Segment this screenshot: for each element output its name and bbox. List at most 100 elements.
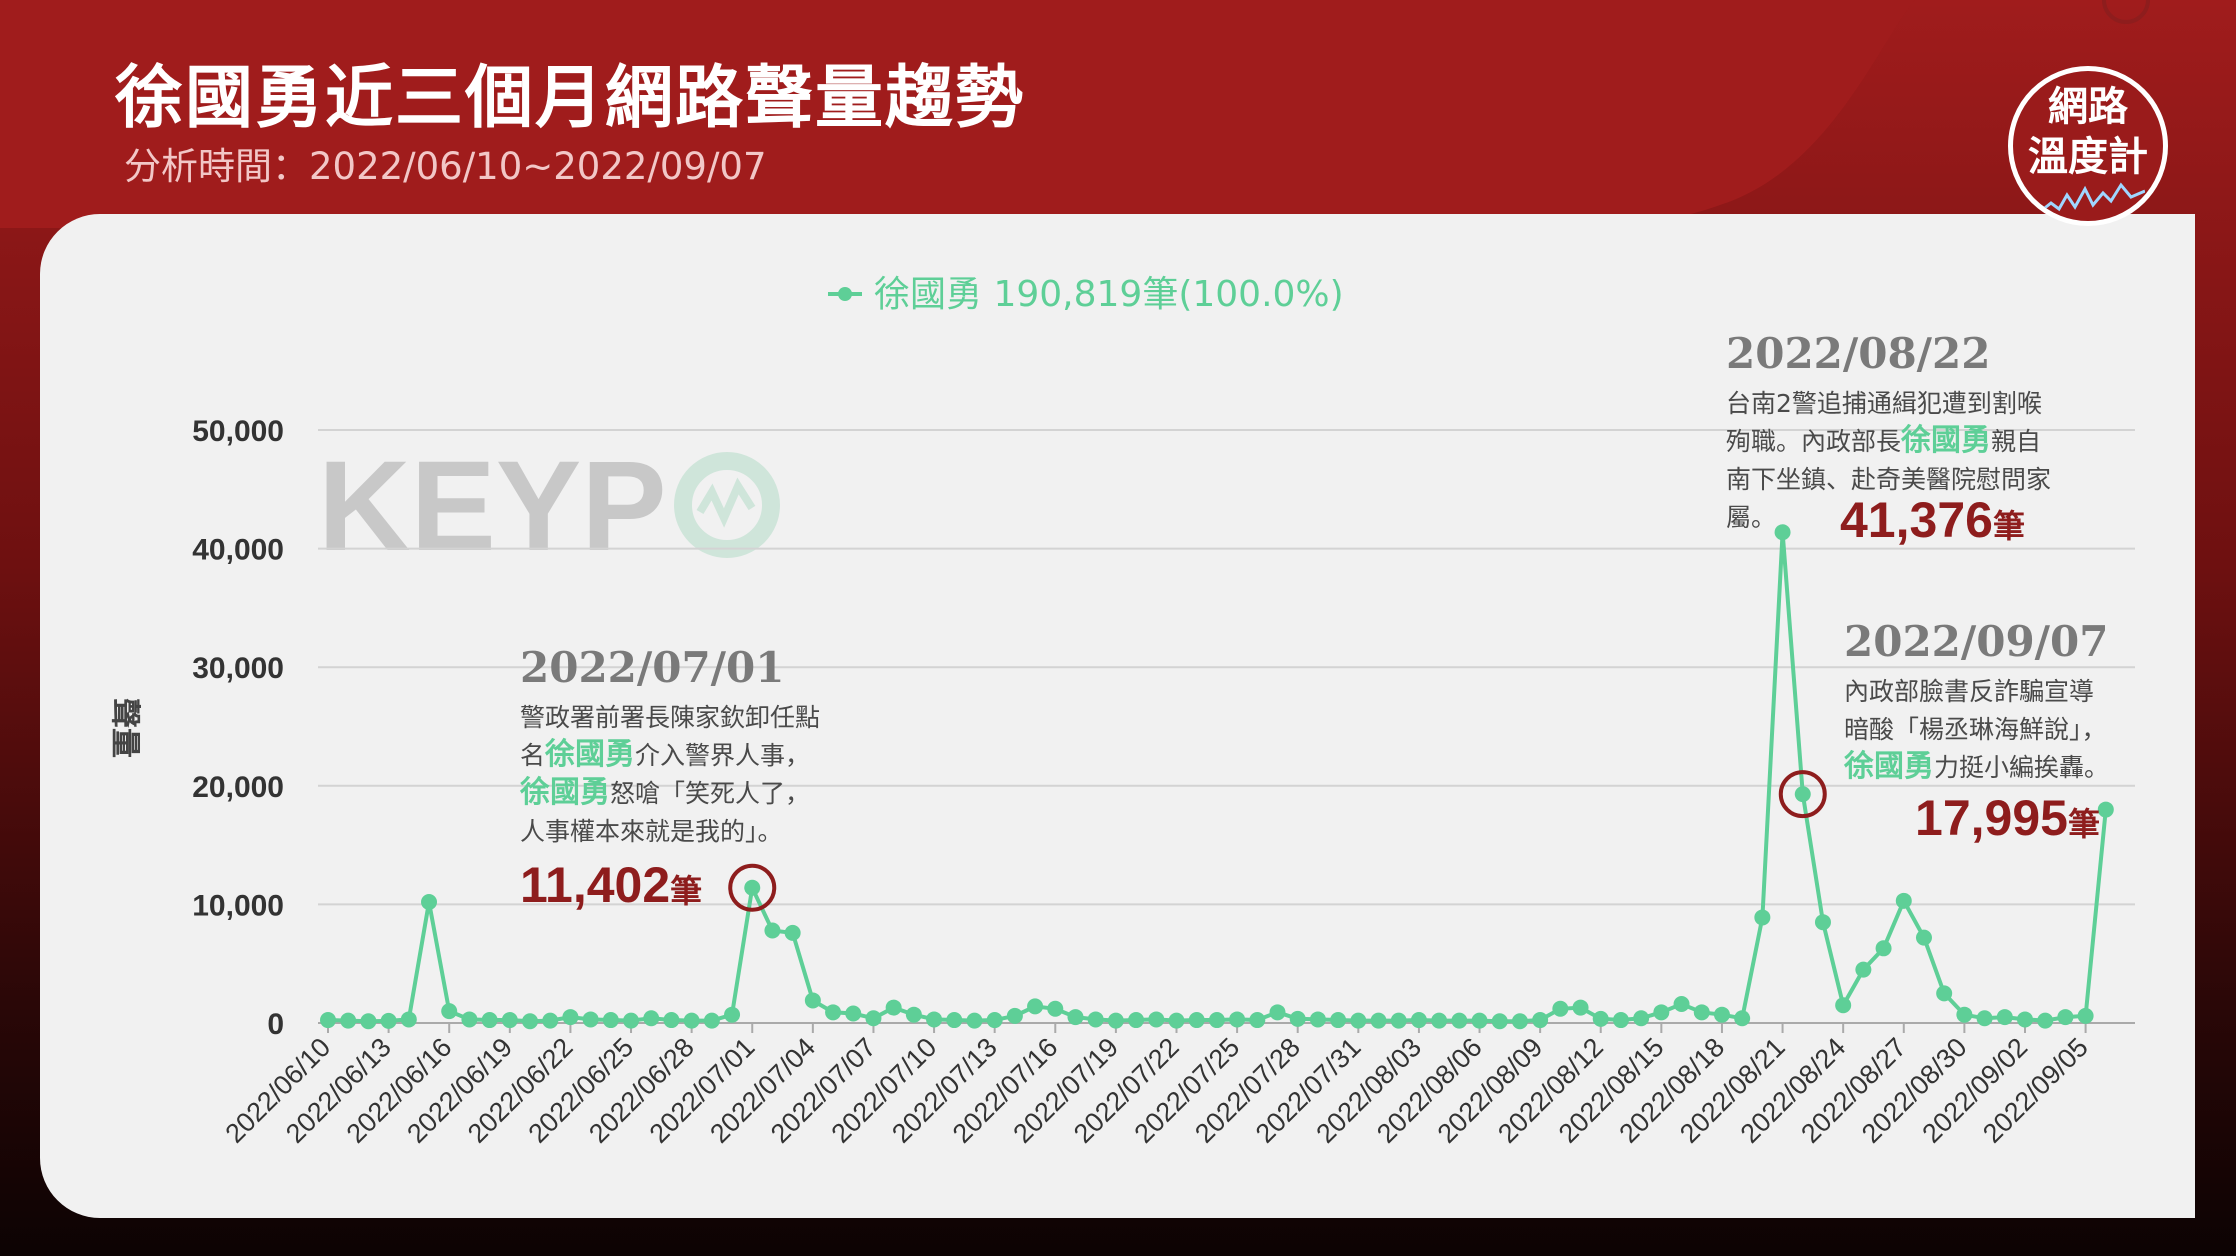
data-point: [1188, 1012, 1205, 1029]
data-point: [1936, 985, 1953, 1002]
data-point: [320, 1012, 336, 1029]
data-point: [1633, 1010, 1650, 1027]
data-point: [1087, 1011, 1104, 1028]
data-point: [1976, 1010, 1993, 1027]
data-point: [1289, 1010, 1306, 1027]
data-point: [966, 1012, 983, 1029]
data-point: [1693, 1004, 1710, 1021]
annotations: 2022/07/01警政署前署長陳家欽卸任點名徐國勇介入警界人事，徐國勇怒嗆「笑…: [519, 0, 2150, 913]
data-point: [1814, 914, 1831, 931]
watermark-text: KEYP: [318, 435, 667, 578]
annotation-text: 殉職。內政部長: [1726, 427, 1901, 456]
data-point: [1794, 786, 1811, 803]
data-point: [441, 1003, 458, 1020]
count-value: 17,995: [1915, 790, 2068, 846]
data-point: [845, 1005, 862, 1022]
data-point: [1653, 1004, 1670, 1021]
annotation-count: 41,376筆: [1840, 492, 2025, 548]
count-value: 41,376: [1840, 492, 1993, 548]
data-point: [1350, 1012, 1367, 1029]
annotation-text: 南下坐鎮、赴奇美醫院慰問家: [1726, 465, 2051, 494]
data-point: [562, 1009, 579, 1026]
data-point: [1956, 1006, 1973, 1023]
annotation-2022-07-01: 2022/07/01警政署前署長陳家欽卸任點名徐國勇介入警界人事，徐國勇怒嗆「笑…: [519, 643, 820, 913]
data-point: [602, 1012, 619, 1029]
data-point: [542, 1012, 559, 1029]
data-point: [1673, 996, 1690, 1013]
data-point: [380, 1012, 397, 1029]
data-point: [1592, 1010, 1609, 1027]
y-tick-label: 10,000: [192, 889, 284, 922]
data-point: [1370, 1012, 1387, 1029]
data-point: [1410, 1012, 1427, 1029]
data-point: [421, 894, 438, 911]
annotation-text-line: 台南2警追捕通緝犯遭到割喉: [1726, 389, 2042, 418]
data-point: [2016, 1011, 2033, 1028]
data-point: [1612, 1012, 1629, 1029]
annotation-text: 暗酸「楊丞琳海鮮說」，: [1844, 715, 2107, 744]
count-unit: 筆: [670, 872, 702, 910]
data-point: [926, 1011, 943, 1028]
data-point: [2057, 1009, 2074, 1026]
annotation-highlight: 徐國勇: [1900, 423, 1991, 458]
data-point: [744, 879, 761, 896]
data-point: [865, 1010, 882, 1027]
annotation-text: 力挺小編挨轟。: [1934, 753, 2109, 782]
watermark-logo-icon: [674, 452, 780, 558]
data-point: [1451, 1012, 1468, 1029]
data-point: [804, 992, 821, 1009]
data-point: [1249, 1012, 1266, 1029]
annotation-text: 名: [520, 741, 545, 770]
data-point: [1128, 1012, 1145, 1029]
annotation-text: 屬。: [1726, 503, 1776, 532]
y-tick-label: 30,000: [192, 652, 284, 685]
highlight-circle-icon: [2102, 0, 2150, 24]
annotation-date: 2022/09/07: [1844, 617, 2108, 666]
annotation-text-line: 徐國勇怒嗆「笑死人了，: [519, 775, 810, 810]
data-point: [703, 1012, 720, 1029]
annotation-text-line: 警政署前署長陳家欽卸任點: [520, 703, 820, 732]
legend: 徐國勇 190,819筆(100.0%): [828, 274, 1344, 315]
data-point: [946, 1012, 963, 1029]
data-point: [400, 1011, 417, 1028]
y-tick-label: 0: [267, 1008, 284, 1041]
data-point: [501, 1012, 518, 1029]
data-point: [1855, 961, 1872, 978]
data-point: [1835, 997, 1852, 1014]
data-point: [1552, 1000, 1569, 1017]
data-point: [1895, 892, 1912, 909]
data-point: [905, 1006, 922, 1023]
y-tick-label: 40,000: [192, 534, 284, 567]
data-point: [1390, 1012, 1407, 1029]
data-point: [1148, 1011, 1165, 1028]
annotation-text: 內政部臉書反詐騙宣導: [1844, 677, 2094, 706]
data-point: [1774, 524, 1791, 541]
data-point: [825, 1004, 842, 1021]
annotation-text-line: 內政部臉書反詐騙宣導: [1844, 677, 2094, 706]
data-point: [522, 1013, 539, 1030]
data-point: [1006, 1007, 1023, 1024]
watermark: KEYP: [318, 435, 780, 578]
data-point: [1431, 1012, 1448, 1029]
data-point: [885, 999, 902, 1016]
data-point: [986, 1012, 1003, 1029]
data-point: [481, 1012, 498, 1029]
count-unit: 筆: [2068, 805, 2100, 843]
annotation-text: 人事權本來就是我的」。: [520, 817, 783, 846]
y-tick-label: 20,000: [192, 771, 284, 804]
y-tick-label: 50,000: [192, 415, 284, 448]
annotation-text: 台南2警追捕通緝犯遭到割喉: [1726, 389, 2042, 418]
data-point: [582, 1011, 599, 1028]
data-point: [1471, 1012, 1488, 1029]
data-point: [1915, 929, 1932, 946]
data-point: [784, 924, 801, 941]
data-point: [1996, 1009, 2013, 1026]
data-point: [1532, 1012, 1549, 1029]
annotation-text-line: 屬。: [1726, 503, 1776, 532]
data-point: [1047, 1000, 1064, 1017]
data-point: [2077, 1007, 2094, 1024]
data-point: [1713, 1006, 1730, 1023]
annotation-count: 17,995筆: [1915, 790, 2100, 846]
annotation-text: 怒嗆「笑死人了，: [610, 779, 810, 808]
data-point: [724, 1006, 741, 1023]
